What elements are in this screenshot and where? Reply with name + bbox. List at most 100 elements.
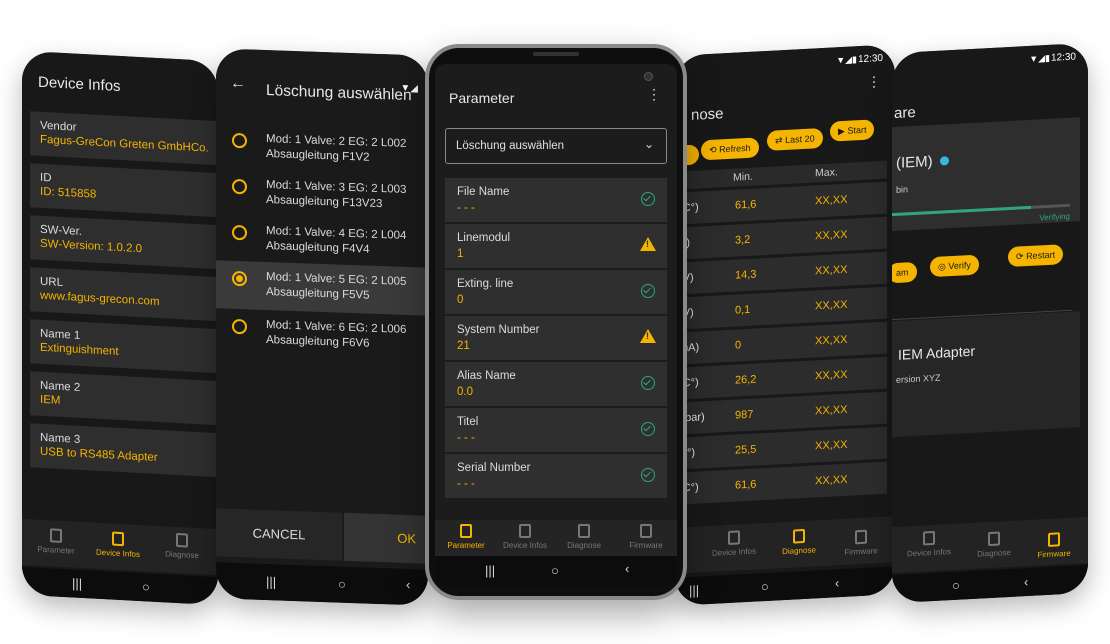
more-menu-icon[interactable]: ⋮ bbox=[647, 86, 661, 103]
nav-firmware[interactable]: Firmware bbox=[619, 524, 673, 550]
back-icon[interactable]: ‹ bbox=[1024, 574, 1028, 589]
page-title: Parameter bbox=[449, 90, 515, 106]
warning-icon bbox=[640, 237, 656, 251]
col-max: Max. bbox=[815, 166, 838, 180]
field-name-1: Name 1 Extinguishment bbox=[30, 319, 218, 374]
nav-device-infos[interactable]: Device Infos bbox=[699, 529, 769, 559]
dialog-title: Löschung auswählen bbox=[266, 82, 412, 105]
home-icon[interactable]: ○ bbox=[338, 577, 346, 592]
device-icon bbox=[728, 530, 740, 545]
chip-icon bbox=[640, 524, 652, 538]
selection-dropdown[interactable]: Löschung auswählen ⌄ bbox=[445, 128, 667, 164]
back-icon[interactable]: ‹ bbox=[406, 577, 410, 592]
recents-icon[interactable]: ||| bbox=[689, 582, 699, 598]
parameter-screen: Parameter ⋮ Löschung auswählen ⌄ File Na… bbox=[435, 64, 677, 586]
chip-icon bbox=[1048, 532, 1060, 547]
back-icon[interactable]: ‹ bbox=[835, 575, 839, 590]
recents-icon[interactable]: ||| bbox=[485, 563, 495, 578]
radio-icon bbox=[232, 132, 247, 149]
cancel-button[interactable]: CANCEL bbox=[216, 508, 342, 561]
phone-parameter: Parameter ⋮ Löschung auswählen ⌄ File Na… bbox=[425, 44, 687, 600]
check-circle-icon bbox=[641, 192, 655, 206]
progress-label: Verifying bbox=[1039, 211, 1070, 223]
phone-diagnose: 12:30 ▼◢▮ nose ⋮ ⟲ Refresh ⇄ Last 20 ▶ S… bbox=[675, 44, 895, 606]
recents-icon[interactable]: ||| bbox=[72, 575, 82, 591]
dialog-option[interactable]: Mod: 1 Valve: 3 EG: 2 L003 Absaugleitung… bbox=[216, 172, 428, 225]
nav-parameter[interactable]: Parameter bbox=[439, 524, 493, 550]
firmware-screen: 12:30 ▼◢▮ are (IEM) bin Verifying am ◎ V… bbox=[892, 42, 1088, 604]
firmware-card: (IEM) bin Verifying bbox=[892, 117, 1080, 232]
home-icon[interactable]: ○ bbox=[551, 563, 559, 578]
field-url: URL www.fagus-grecon.com bbox=[30, 267, 218, 322]
page-title: are bbox=[894, 103, 916, 123]
home-icon[interactable]: ○ bbox=[952, 578, 960, 593]
diagnose-icon bbox=[578, 524, 590, 538]
phone-device-infos: Device Infos Vendor Fagus-GreCon Greten … bbox=[22, 50, 218, 606]
param-exting-line[interactable]: Exting. line 0 bbox=[445, 270, 667, 314]
more-menu-icon[interactable]: ⋮ bbox=[867, 73, 881, 91]
program-button[interactable]: am bbox=[892, 261, 917, 284]
system-nav-bar: ||| ○ ‹ bbox=[216, 562, 428, 606]
adapter-name: IEM Adapter bbox=[898, 342, 976, 363]
check-circle-icon bbox=[641, 376, 655, 390]
device-icon bbox=[519, 524, 531, 538]
refresh-button[interactable]: ⟲ Refresh bbox=[701, 137, 759, 161]
radio-selected-icon bbox=[232, 270, 247, 287]
play-icon: ▶ bbox=[838, 125, 845, 137]
check-circle-icon bbox=[641, 284, 655, 298]
restart-button[interactable]: ⟳ Restart bbox=[1008, 244, 1064, 268]
nav-diagnose[interactable]: Diagnose bbox=[968, 530, 1020, 559]
param-alias-name[interactable]: Alias Name 0.0 bbox=[445, 362, 667, 406]
adapter-card: IEM Adapter ersion XYZ bbox=[892, 311, 1080, 438]
page-title: Device Infos bbox=[38, 73, 121, 96]
system-nav-bar: ||| ○ ‹ bbox=[435, 556, 677, 586]
field-name-3: Name 3 USB to RS485 Adapter bbox=[30, 423, 218, 478]
system-nav-bar: ||| ○ ‹ bbox=[675, 566, 895, 606]
start-button[interactable]: ▶ Start bbox=[830, 119, 875, 142]
nav-diagnose[interactable]: Diagnose bbox=[775, 528, 823, 557]
nav-diagnose[interactable]: Diagnose bbox=[156, 532, 208, 561]
device-name: (IEM) bbox=[896, 153, 933, 172]
diagnose-screen: 12:30 ▼◢▮ nose ⋮ ⟲ Refresh ⇄ Last 20 ▶ S… bbox=[675, 44, 895, 606]
dialog-option[interactable]: Mod: 1 Valve: 6 EG: 2 L006 Absaugleitung… bbox=[216, 312, 428, 365]
nav-device-infos[interactable]: Device Infos bbox=[88, 530, 148, 559]
nav-device-infos[interactable]: Device Infos bbox=[898, 530, 960, 559]
nav-firmware[interactable]: Firmware bbox=[833, 529, 889, 558]
diagnose-icon bbox=[793, 528, 805, 544]
home-icon[interactable]: ○ bbox=[761, 579, 769, 594]
nav-parameter[interactable]: Parameter bbox=[30, 527, 82, 556]
device-infos-screen: Device Infos Vendor Fagus-GreCon Greten … bbox=[22, 50, 218, 606]
dialog-option-selected[interactable]: Mod: 1 Valve: 5 EG: 2 L005 Absaugleitung… bbox=[216, 260, 428, 316]
restart-icon: ⟳ bbox=[1016, 251, 1024, 262]
param-system-number[interactable]: System Number 21 bbox=[445, 316, 667, 360]
param-file-name[interactable]: File Name - - - bbox=[445, 178, 667, 222]
radio-icon bbox=[232, 178, 247, 195]
sliders-icon bbox=[460, 524, 472, 538]
field-vendor: Vendor Fagus-GreCon Greten GmbHCo. bbox=[30, 111, 218, 166]
back-icon[interactable]: ‹ bbox=[625, 561, 629, 576]
bottom-nav: Device Infos Diagnose Firmware bbox=[892, 516, 1088, 574]
warning-icon bbox=[640, 329, 656, 343]
page-title: nose bbox=[691, 105, 724, 124]
refresh-icon: ⟲ bbox=[709, 144, 717, 155]
last-20-button[interactable]: ⇄ Last 20 bbox=[767, 128, 823, 151]
check-circle-icon bbox=[641, 468, 655, 482]
nav-device-infos[interactable]: Device Infos bbox=[495, 524, 555, 550]
dialog-option[interactable]: Mod: 1 Valve: 2 EG: 2 L002 Absaugleitung… bbox=[216, 126, 428, 179]
param-serial-number[interactable]: Serial Number - - - bbox=[445, 454, 667, 498]
param-titel[interactable]: Titel - - - bbox=[445, 408, 667, 452]
recents-icon[interactable]: ||| bbox=[266, 574, 276, 589]
table-row: (C°) 61,6 XX,XX bbox=[675, 461, 887, 505]
verify-button[interactable]: ◎ Verify bbox=[930, 254, 979, 278]
bottom-nav: Parameter Device Infos Diagnose Firmware bbox=[435, 520, 677, 560]
nav-firmware[interactable]: Firmware bbox=[1026, 531, 1082, 560]
signal-icon: ▼◢▮ bbox=[1029, 52, 1050, 64]
ok-button[interactable]: OK bbox=[344, 512, 428, 564]
nav-diagnose[interactable]: Diagnose bbox=[559, 524, 609, 550]
param-linemodul[interactable]: Linemodul 1 bbox=[445, 224, 667, 268]
back-arrow-icon[interactable]: ← bbox=[230, 75, 246, 94]
signal-icon: ▼◢▮ bbox=[836, 54, 857, 66]
bottom-nav: Parameter Device Infos Diagnose bbox=[22, 518, 218, 576]
home-icon[interactable]: ○ bbox=[142, 579, 150, 594]
camera-icon bbox=[644, 72, 653, 81]
